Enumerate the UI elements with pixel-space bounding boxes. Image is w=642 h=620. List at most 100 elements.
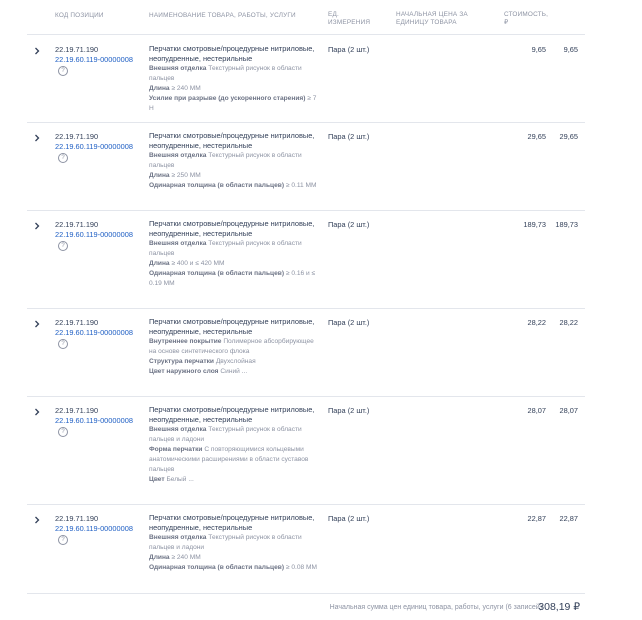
item-attributes: Внешняя отделка Текстурный рисунок в обл… bbox=[149, 239, 321, 289]
chevron-right-icon[interactable] bbox=[33, 320, 43, 330]
attribute-line: Длина ≥ 240 ММ bbox=[149, 553, 321, 563]
attribute-value: ≥ 240 ММ bbox=[171, 554, 201, 561]
header-code: Код позиции bbox=[55, 12, 104, 19]
attribute-value: ≥ 400 и ≤ 420 ММ bbox=[171, 260, 225, 267]
chevron-right-icon[interactable] bbox=[33, 516, 43, 526]
attribute-line: Внешняя отделка Текстурный рисунок в обл… bbox=[149, 64, 321, 84]
attribute-key: Внешняя отделка bbox=[149, 240, 207, 247]
attribute-key: Внешняя отделка bbox=[149, 152, 207, 159]
row-divider bbox=[27, 308, 585, 309]
unit-price: 29,65 bbox=[527, 132, 547, 141]
help-icon[interactable]: ? bbox=[58, 153, 68, 163]
attribute-line: Длина ≥ 400 и ≤ 420 ММ bbox=[149, 259, 321, 269]
header-unit-price: Начальная цена за единицу товара bbox=[396, 11, 468, 26]
row-divider bbox=[27, 396, 585, 397]
chevron-right-icon[interactable] bbox=[33, 134, 43, 144]
attribute-key: Длина bbox=[149, 260, 170, 267]
attribute-value: ≥ 0.11 ММ bbox=[285, 182, 317, 189]
attribute-line: Внешняя отделка Текстурный рисунок в обл… bbox=[149, 425, 321, 445]
attribute-key: Одинарная толщина (в области пальцев) bbox=[149, 270, 285, 277]
help-icon[interactable]: ? bbox=[58, 427, 68, 437]
attribute-line: Внутреннее покрытие Полимерное абсорбиру… bbox=[149, 337, 321, 357]
header-cost: Стоимость, ₽ bbox=[504, 11, 549, 26]
item-attributes: Внешняя отделка Текстурный рисунок в обл… bbox=[149, 151, 321, 191]
item-name: Перчатки смотровые/процедурные нитриловы… bbox=[149, 317, 315, 336]
help-icon[interactable]: ? bbox=[58, 66, 68, 76]
total-label: Начальная сумма цен единиц товара, работ… bbox=[329, 604, 544, 611]
item-attributes: Внешняя отделка Текстурный рисунок в обл… bbox=[149, 533, 321, 573]
attribute-line: Форма перчатки С повторяющимися кольцевы… bbox=[149, 445, 321, 475]
row-divider bbox=[27, 122, 585, 123]
attribute-key: Внешняя отделка bbox=[149, 534, 207, 541]
attribute-line: Внешняя отделка Текстурный рисунок в обл… bbox=[149, 239, 321, 259]
attribute-line: Внешняя отделка Текстурный рисунок в обл… bbox=[149, 533, 321, 553]
help-icon[interactable]: ? bbox=[58, 535, 68, 545]
header-unit: Ед. измерения bbox=[328, 11, 371, 26]
attribute-value: ≥ 240 ММ bbox=[171, 85, 201, 92]
unit-of-measure: Пара (2 шт.) bbox=[328, 220, 370, 229]
attribute-value: ≥ 0.08 ММ bbox=[285, 564, 317, 571]
attribute-value: ≥ 250 ММ bbox=[171, 172, 201, 179]
unit-price: 189,73 bbox=[523, 220, 546, 229]
item-name: Перчатки смотровые/процедурные нитриловы… bbox=[149, 405, 315, 424]
attribute-value: Двухслойная bbox=[215, 358, 256, 365]
attribute-value: Белый ... bbox=[166, 476, 194, 483]
attribute-key: Внешняя отделка bbox=[149, 426, 207, 433]
chevron-right-icon[interactable] bbox=[33, 408, 43, 418]
row-divider bbox=[27, 504, 585, 505]
attribute-key: Усилие при разрыве (до ускоренного старе… bbox=[149, 95, 306, 102]
attribute-key: Внутреннее покрытие bbox=[149, 338, 222, 345]
attribute-key: Длина bbox=[149, 554, 170, 561]
total-sum: 308,19 ₽ bbox=[538, 601, 580, 613]
attribute-key: Структура перчатки bbox=[149, 358, 214, 365]
unit-of-measure: Пара (2 шт.) bbox=[328, 406, 370, 415]
attribute-line: Длина ≥ 250 ММ bbox=[149, 171, 321, 181]
unit-of-measure: Пара (2 шт.) bbox=[328, 514, 370, 523]
attribute-line: Длина ≥ 240 ММ bbox=[149, 84, 321, 94]
unit-price: 9,65 bbox=[531, 45, 546, 54]
help-icon[interactable]: ? bbox=[58, 339, 68, 349]
item-attributes: Внешняя отделка Текстурный рисунок в обл… bbox=[149, 425, 321, 485]
item-cost: 9,65 bbox=[563, 45, 578, 54]
chevron-right-icon[interactable] bbox=[33, 47, 43, 57]
help-icon[interactable]: ? bbox=[58, 241, 68, 251]
attribute-key: Цвет bbox=[149, 476, 165, 483]
unit-price: 28,22 bbox=[527, 318, 547, 327]
ktru-code-link[interactable]: 22.19.60.119-00000008 bbox=[55, 54, 133, 65]
item-cost: 29,65 bbox=[559, 132, 579, 141]
ktru-code-link[interactable]: 22.19.60.119-00000008 bbox=[55, 415, 133, 426]
unit-price: 22,87 bbox=[527, 514, 547, 523]
attribute-line: Цвет Белый ... bbox=[149, 475, 321, 485]
attribute-line: Одинарная толщина (в области пальцев) ≥ … bbox=[149, 269, 321, 289]
ktru-code-link[interactable]: 22.19.60.119-00000008 bbox=[55, 523, 133, 534]
item-attributes: Внешняя отделка Текстурный рисунок в обл… bbox=[149, 64, 321, 114]
attribute-line: Структура перчатки Двухслойная bbox=[149, 357, 321, 367]
unit-of-measure: Пара (2 шт.) bbox=[328, 45, 370, 54]
item-name: Перчатки смотровые/процедурные нитриловы… bbox=[149, 513, 315, 532]
item-attributes: Внутреннее покрытие Полимерное абсорбиру… bbox=[149, 337, 321, 377]
unit-price: 28,07 bbox=[527, 406, 547, 415]
unit-of-measure: Пара (2 шт.) bbox=[328, 132, 370, 141]
attribute-line: Одинарная толщина (в области пальцев) ≥ … bbox=[149, 181, 321, 191]
ktru-code-link[interactable]: 22.19.60.119-00000008 bbox=[55, 141, 133, 152]
divider bbox=[27, 34, 585, 35]
attribute-line: Внешняя отделка Текстурный рисунок в обл… bbox=[149, 151, 321, 171]
attribute-line: Цвет наружного слоя Синий ... bbox=[149, 367, 321, 377]
divider bbox=[27, 593, 585, 594]
item-cost: 189,73 bbox=[555, 220, 578, 229]
item-cost: 28,22 bbox=[559, 318, 579, 327]
attribute-value: Синий ... bbox=[220, 368, 248, 375]
item-name: Перчатки смотровые/процедурные нитриловы… bbox=[149, 131, 315, 150]
table-header: Код позиции Наименование товара, работы,… bbox=[0, 0, 642, 34]
chevron-right-icon[interactable] bbox=[33, 222, 43, 232]
ktru-code-link[interactable]: 22.19.60.119-00000008 bbox=[55, 229, 133, 240]
attribute-key: Длина bbox=[149, 85, 170, 92]
attribute-key: Цвет наружного слоя bbox=[149, 368, 219, 375]
item-cost: 28,07 bbox=[559, 406, 579, 415]
ktru-code-link[interactable]: 22.19.60.119-00000008 bbox=[55, 327, 133, 338]
item-name: Перчатки смотровые/процедурные нитриловы… bbox=[149, 44, 315, 63]
attribute-key: Форма перчатки bbox=[149, 446, 203, 453]
row-divider bbox=[27, 210, 585, 211]
header-name: Наименование товара, работы, услуги bbox=[149, 12, 296, 19]
item-name: Перчатки смотровые/процедурные нитриловы… bbox=[149, 219, 315, 238]
